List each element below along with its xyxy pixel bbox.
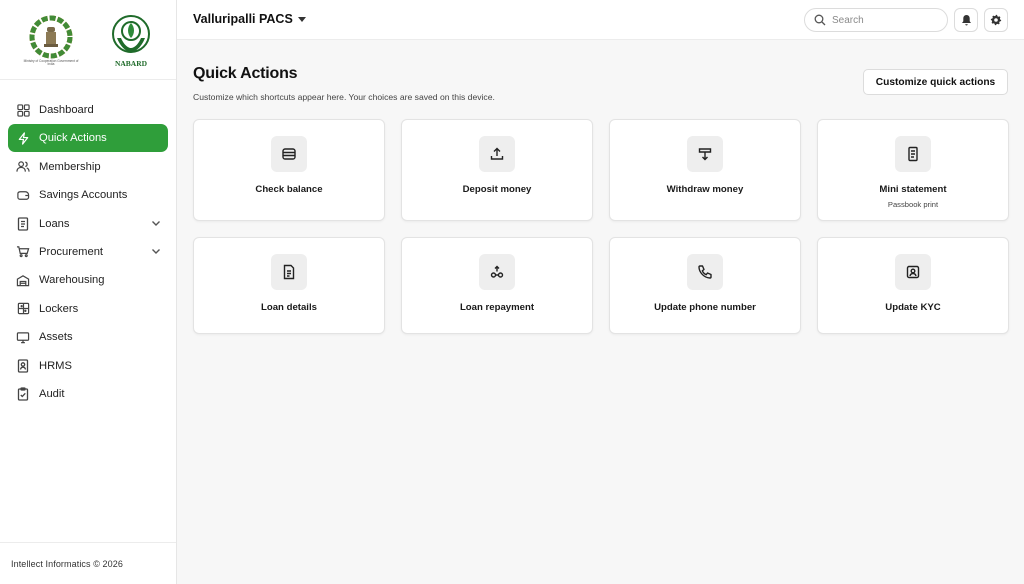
gear-icon [990,14,1002,26]
nabard-caption: NABARD [114,58,148,68]
wallet-icon [271,136,307,172]
sidebar-item-quick-actions[interactable]: Quick Actions [8,124,168,153]
action-card-loan-details[interactable]: Loan details [193,237,385,334]
sidebar-item-savings-accounts[interactable]: Savings Accounts [8,181,168,209]
id-card-icon [895,254,931,290]
receipt-icon [895,136,931,172]
sidebar-item-label: Loans [39,217,70,230]
sidebar-item-dashboard[interactable]: Dashboard [8,96,168,124]
search-input[interactable] [832,14,932,26]
action-card-update-kyc[interactable]: Update KYC [817,237,1009,334]
sidebar-item-label: Lockers [39,302,79,315]
repayment-icon [479,254,515,290]
ministry-caption: Ministry of Cooperation Government of In… [23,58,79,67]
customize-quick-actions-button[interactable]: Customize quick actions [863,69,1008,95]
action-label: Withdraw money [666,184,744,195]
id-badge-icon [16,358,30,373]
main-content: Quick Actions Customize which shortcuts … [177,40,1024,584]
action-label: Mini statement [879,184,947,195]
action-card-loan-repayment[interactable]: Loan repayment [401,237,593,334]
bell-icon [961,15,971,26]
locker-icon [16,302,30,316]
sidebar-item-label: Assets [39,331,73,344]
page-subtitle: Customize which shortcuts appear here. Y… [193,92,495,102]
sidebar: Ministry of Cooperation Government of In… [0,0,177,584]
org-name: Valluripalli PACS [193,12,293,26]
cart-icon [16,245,30,259]
sidebar-item-label: Dashboard [39,104,94,116]
chevron-down-icon[interactable] [150,245,162,257]
sidebar-item-label: Quick Actions [39,132,107,145]
sidebar-item-procurement[interactable]: Procurement [8,238,168,266]
monitor-icon [16,330,30,344]
sidebar-item-label: Procurement [39,245,104,258]
document-icon [16,216,30,231]
action-card-update-phone-number[interactable]: Update phone number [609,237,801,334]
sidebar-item-label: Membership [39,160,101,173]
ministry-of-cooperation-logo: Ministry of Cooperation Government of In… [22,15,80,69]
search-box[interactable] [804,8,948,32]
settings-button[interactable] [984,8,1008,32]
action-label: Update KYC [885,302,941,313]
sidebar-item-label: Savings Accounts [39,189,128,202]
action-label: Update phone number [654,302,756,313]
sidebar-nav: Dashboard Quick Actions Membership Savin… [0,80,176,408]
action-label: Loan repayment [459,302,535,313]
logo-area: Ministry of Cooperation Government of In… [0,0,176,80]
caret-down-icon [297,17,306,22]
search-icon [814,14,826,26]
sidebar-item-loans[interactable]: Loans [8,210,168,238]
org-switcher[interactable]: Valluripalli PACS [193,12,306,26]
action-card-withdraw-money[interactable]: Withdraw money [609,119,801,221]
chevron-down-icon[interactable] [150,217,162,229]
action-sublabel: Passbook print [887,200,939,209]
sidebar-footer: Intellect Informatics © 2026 [0,542,176,584]
action-card-deposit-money[interactable]: Deposit money [401,119,593,221]
grid-icon [16,103,30,117]
action-label: Loan details [261,302,317,313]
top-bar: Valluripalli PACS [177,0,1024,40]
sidebar-item-label: Warehousing [39,274,105,287]
action-label: Deposit money [462,184,532,195]
clipboard-check-icon [16,387,30,401]
nabard-logo: NABARD [108,14,154,70]
sidebar-item-assets[interactable]: Assets [8,323,168,351]
file-text-icon [271,254,307,290]
sidebar-item-label: HRMS [39,359,72,372]
piggy-bank-icon [16,188,30,202]
action-label: Check balance [255,184,323,195]
sidebar-item-hrms[interactable]: HRMS [8,352,168,380]
withdraw-icon [687,136,723,172]
action-card-mini-statement[interactable]: Mini statement Passbook print [817,119,1009,221]
page-title: Quick Actions [193,65,298,82]
sidebar-item-membership[interactable]: Membership [8,153,168,181]
sidebar-item-lockers[interactable]: Lockers [8,295,168,323]
quick-actions-grid: Check balance Deposit money Withdraw mon… [193,119,1009,334]
users-icon [16,160,30,174]
phone-icon [687,254,723,290]
sidebar-item-audit[interactable]: Audit [8,380,168,408]
action-card-check-balance[interactable]: Check balance [193,119,385,221]
sidebar-item-label: Audit [39,387,65,400]
warehouse-icon [16,273,30,287]
sidebar-item-warehousing[interactable]: Warehousing [8,266,168,294]
notifications-button[interactable] [954,8,978,32]
upload-tray-icon [479,136,515,172]
bolt-icon [16,131,30,145]
